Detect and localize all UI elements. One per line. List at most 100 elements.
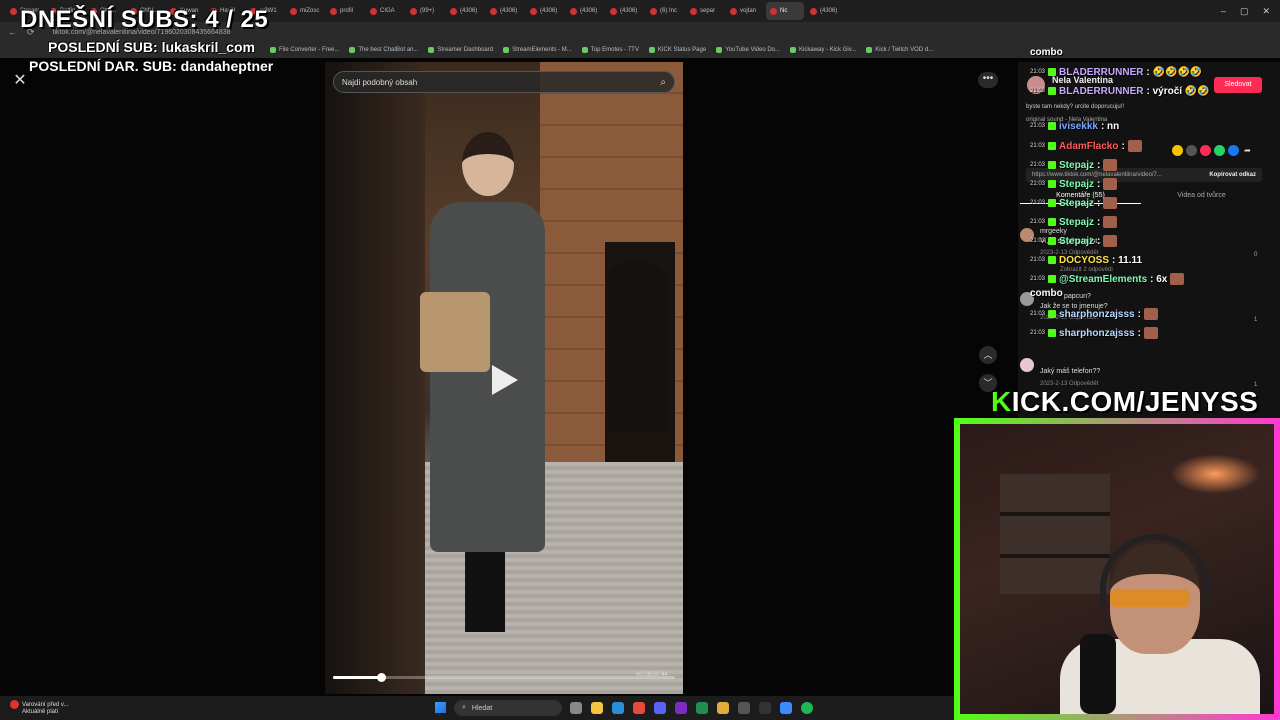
browser-tab[interactable]: miZosc — [286, 2, 324, 20]
tab-label: (4306) — [620, 8, 638, 14]
windows-start-icon[interactable] — [435, 702, 446, 713]
bookmark-item[interactable]: StreamElements - M... — [503, 47, 572, 53]
bookmark-item[interactable]: Top Emotes - 7TV — [581, 47, 639, 53]
whatsapp-icon[interactable] — [1214, 145, 1225, 156]
task-view-icon[interactable] — [570, 702, 582, 714]
play-icon[interactable] — [492, 365, 518, 395]
similar-content-search[interactable]: Najdi podobný obsah ⌕ — [333, 71, 675, 93]
bookmark-item[interactable]: Streamer Dashboard — [428, 47, 493, 53]
kick-badge-icon — [1048, 122, 1057, 130]
chat-message: 21:03 DOCYOSS: 11.11 — [1030, 253, 1142, 267]
bookmark-item[interactable]: KICK Status Page — [648, 47, 706, 53]
chat-text: : — [1137, 308, 1141, 320]
browser-tab[interactable]: (99+) — [406, 2, 444, 20]
kick-badge-icon — [1048, 142, 1057, 150]
minimize-icon[interactable]: – — [1221, 6, 1226, 16]
copy-link-button[interactable]: Kopírovat odkaz — [1209, 172, 1256, 178]
maximize-icon[interactable]: ▢ — [1240, 6, 1249, 17]
chat-timestamp: 21:03 — [1030, 330, 1046, 336]
kick-badge-icon — [1048, 218, 1057, 226]
chat-text: : 11.11 — [1112, 254, 1143, 266]
embed-icon[interactable] — [1172, 145, 1183, 156]
browser-tab[interactable]: vojtan — [726, 2, 764, 20]
chat-username[interactable]: BLADERRUNNER — [1059, 86, 1143, 97]
video-description: byste tam nekdy? urcite doporucuju!! — [1026, 104, 1125, 110]
follow-button[interactable]: Sledovat — [1214, 77, 1262, 93]
chat-username[interactable]: AdamFlacko — [1059, 141, 1118, 152]
search-icon[interactable]: ⌕ — [660, 77, 666, 88]
chat-username[interactable]: sharphonzajsss — [1059, 328, 1135, 339]
browser-tab[interactable]: separ — [686, 2, 724, 20]
progress-knob[interactable] — [376, 673, 386, 682]
chat-timestamp: 21:03 — [1030, 219, 1046, 225]
spotify-icon[interactable] — [801, 702, 813, 714]
share-arrow-icon[interactable]: ➦ — [1242, 145, 1253, 156]
chrome-active-icon[interactable] — [717, 702, 729, 714]
tab-creator-videos[interactable]: Videa od tvůrce — [1141, 192, 1262, 204]
facebook-icon[interactable] — [1228, 145, 1239, 156]
browser-tab[interactable]: (4306) — [446, 2, 484, 20]
discord-icon[interactable] — [654, 702, 666, 714]
bookmark-favicon-icon — [790, 47, 797, 53]
app-icon[interactable] — [759, 702, 771, 714]
search-input[interactable]: Najdi podobný obsah — [342, 78, 660, 87]
browser-tab[interactable]: CIGA — [366, 2, 404, 20]
more-options-icon[interactable]: ••• — [978, 72, 998, 88]
browser-tab[interactable]: profil — [326, 2, 364, 20]
edge-icon[interactable] — [612, 702, 624, 714]
chat-username[interactable]: Stepajz — [1059, 198, 1094, 209]
chat-username[interactable]: sharphonzajsss — [1059, 309, 1135, 320]
back-icon[interactable]: ← — [8, 27, 17, 37]
tab-label: (4306) — [820, 8, 838, 14]
chat-username[interactable]: Stepajz — [1059, 236, 1094, 247]
bookmark-label: Kick / Twitch VOD d... — [875, 47, 934, 53]
chat-username[interactable]: Stepajz — [1059, 179, 1094, 190]
chrome-icon[interactable] — [633, 702, 645, 714]
taskbar-search[interactable]: ⌕ Hledat — [454, 700, 562, 716]
bookmark-item[interactable]: The best ChatBot an... — [349, 47, 418, 53]
terminal-icon[interactable] — [696, 702, 708, 714]
file-explorer-icon[interactable] — [591, 702, 603, 714]
comment-likes[interactable]: 0 — [1254, 252, 1257, 258]
browser-tab[interactable]: (4306) — [486, 2, 524, 20]
chat-timestamp: 21:03 — [1030, 276, 1046, 282]
bookmark-favicon-icon — [503, 47, 510, 53]
bookmark-item[interactable]: Kickaway - Kick Giv... — [790, 47, 856, 53]
browser-tab[interactable]: (6) Inc — [646, 2, 684, 20]
close-window-icon[interactable]: ✕ — [1262, 6, 1270, 17]
kick-badge-icon — [1048, 275, 1057, 283]
tab-favicon-icon — [410, 7, 417, 15]
comment-user[interactable]: papcun? — [1064, 293, 1091, 300]
chat-username[interactable]: DOCYOSS — [1059, 255, 1109, 266]
chat-username[interactable]: ivisekkk — [1059, 121, 1098, 132]
notepad-icon[interactable] — [780, 702, 792, 714]
chat-emote-icon — [1127, 140, 1142, 152]
bookmark-item[interactable]: Kick / Twitch VOD d... — [866, 47, 933, 53]
send-icon[interactable] — [1200, 145, 1211, 156]
browser-tab[interactable]: (4306) — [806, 2, 844, 20]
close-icon[interactable]: ✕ — [12, 73, 28, 89]
chat-username[interactable]: @StreamElements — [1059, 274, 1147, 285]
comment-likes[interactable]: 1 — [1254, 317, 1257, 323]
chat-emote-icon — [1103, 159, 1118, 171]
chat-username[interactable]: Stepajz — [1059, 217, 1094, 228]
chat-username[interactable]: BLADERRUNNER — [1059, 67, 1143, 78]
commenter-avatar[interactable] — [1020, 358, 1034, 372]
previous-video-icon[interactable]: ︿ — [979, 346, 997, 364]
browser-tab[interactable]: Nc — [766, 2, 804, 20]
video-progress-bar[interactable] — [333, 673, 675, 682]
chat-message: 21:03 sharphonzajsss: — [1030, 326, 1158, 340]
link-icon[interactable] — [1186, 145, 1197, 156]
bookmark-item[interactable]: File Converter - Free... — [270, 47, 339, 53]
browser-tab[interactable]: (4306) — [606, 2, 644, 20]
app-icon[interactable] — [675, 702, 687, 714]
bookmark-label: Kickaway - Kick Giv... — [799, 47, 857, 53]
obs-icon[interactable] — [738, 702, 750, 714]
weather-widget[interactable]: Varování před v... Aktuálně platí — [10, 700, 68, 716]
weather-line-1: Varování před v... — [22, 702, 69, 709]
bookmark-label: YouTube Video Do... — [725, 47, 781, 53]
browser-tab[interactable]: (4306) — [526, 2, 564, 20]
chat-username[interactable]: Stepajz — [1059, 160, 1094, 171]
browser-tab[interactable]: (4306) — [566, 2, 604, 20]
bookmark-item[interactable]: YouTube Video Do... — [716, 47, 780, 53]
